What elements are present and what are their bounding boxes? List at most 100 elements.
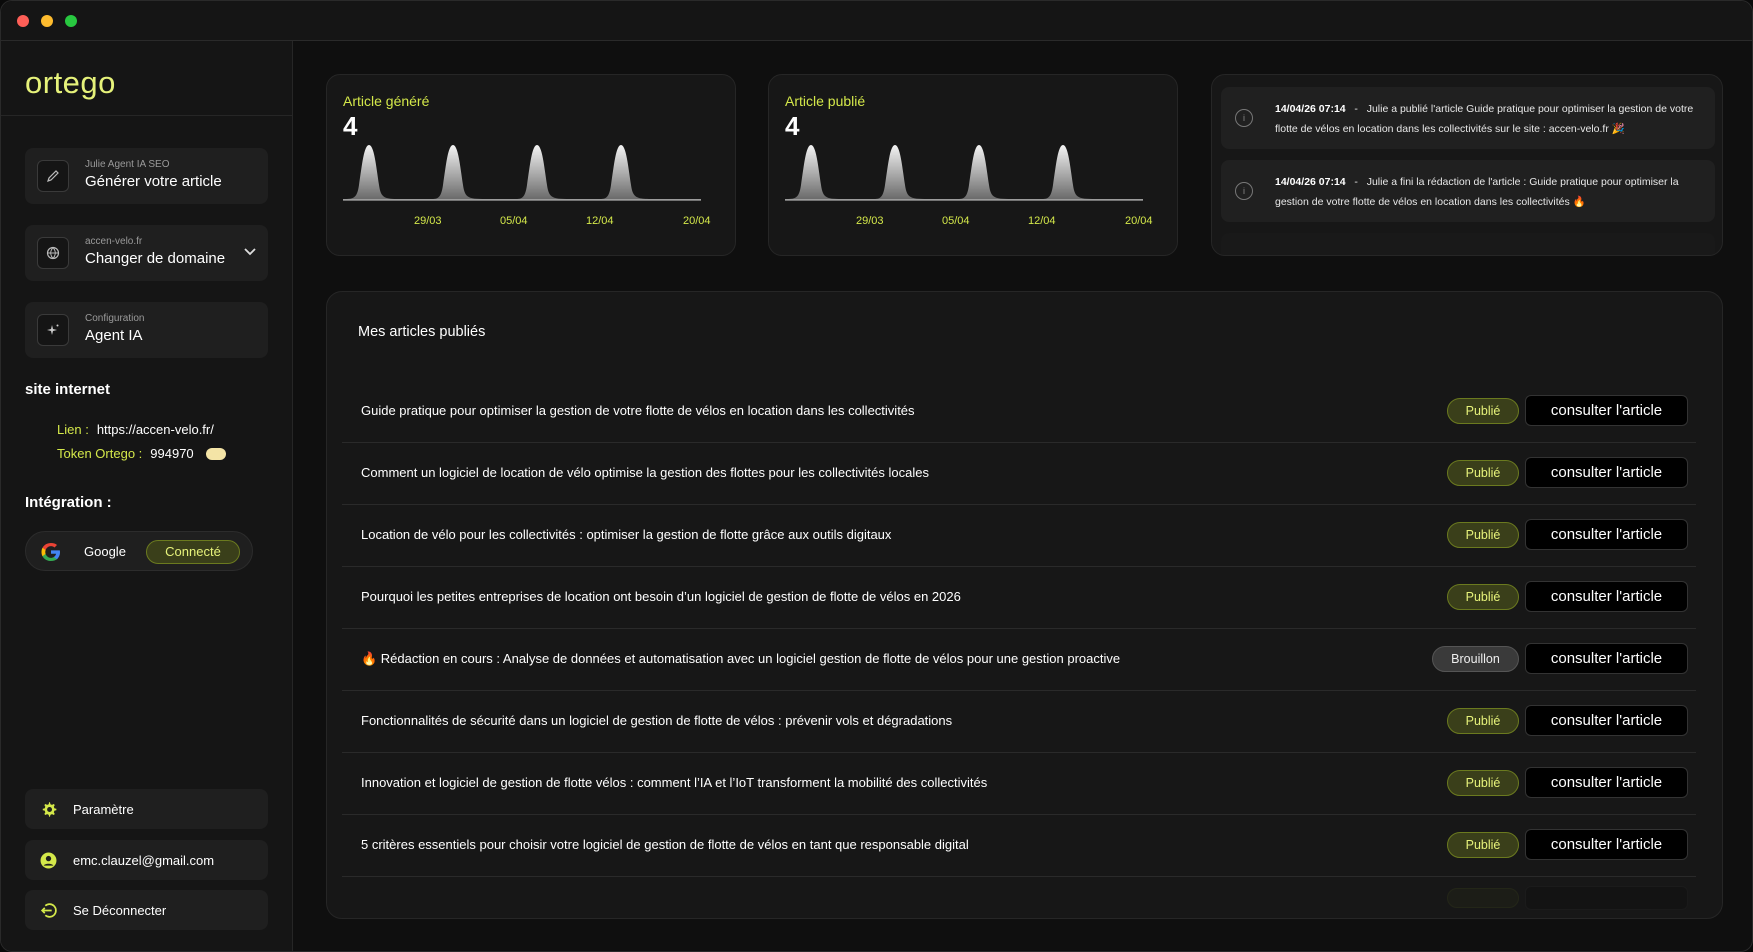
status-badge: Publié xyxy=(1447,584,1519,610)
stat-title: Article publié xyxy=(785,93,866,109)
status-badge: Brouillon xyxy=(1432,646,1519,672)
account-email: emc.clauzel@gmail.com xyxy=(73,852,215,868)
article-row-faded xyxy=(342,886,1696,916)
panel-title: Mes articles publiés xyxy=(358,324,486,340)
consult-article-button[interactable]: consulter l'article xyxy=(1525,705,1688,736)
card-label: Agent IA xyxy=(85,327,143,344)
token-row: Token Ortego : 994970 xyxy=(57,446,226,461)
connected-badge[interactable]: Connecté xyxy=(146,540,240,564)
card-sublabel: accen-velo.fr xyxy=(85,236,143,247)
gear-icon xyxy=(39,800,57,818)
published-sparkline xyxy=(785,145,1143,201)
tick-label: 05/04 xyxy=(942,215,970,227)
app-window: ortego Julie Agent IA SEO Générer votre … xyxy=(0,0,1753,952)
activity-item: i 14/04/26 07:14 - Julie a fini la rédac… xyxy=(1221,160,1715,222)
tick-label: 29/03 xyxy=(414,215,442,227)
google-icon xyxy=(40,541,62,563)
article-title: Guide pratique pour optimiser la gestion… xyxy=(361,403,915,418)
status-badge: Publié xyxy=(1447,522,1519,548)
logout-icon xyxy=(39,901,57,919)
tick-label: 12/04 xyxy=(1028,215,1056,227)
activity-time: 14/04/26 07:14 xyxy=(1275,103,1346,115)
integration-section-title: Intégration : xyxy=(25,494,112,511)
activity-separator: - xyxy=(1354,103,1358,115)
consult-article-button[interactable]: consulter l'article xyxy=(1525,395,1688,426)
article-row: Pourquoi les petites entreprises de loca… xyxy=(342,567,1696,629)
consult-article-button[interactable]: consulter l'article xyxy=(1525,767,1688,798)
integration-provider: Google xyxy=(84,544,126,559)
logout-button[interactable]: Se Déconnecter xyxy=(25,890,268,930)
activity-item: i 14/04/26 07:14 - Julie a publié l'arti… xyxy=(1221,87,1715,149)
tick-label: 20/04 xyxy=(1125,215,1153,227)
maximize-window-button[interactable] xyxy=(65,15,77,27)
pen-icon xyxy=(37,160,69,192)
consult-article-button[interactable]: consulter l'article xyxy=(1525,581,1688,612)
configuration-card[interactable]: Configuration Agent IA xyxy=(25,302,268,358)
change-domain-card[interactable]: accen-velo.fr Changer de domaine xyxy=(25,225,268,281)
globe-icon xyxy=(37,237,69,269)
close-window-button[interactable] xyxy=(17,15,29,27)
chevron-down-icon[interactable] xyxy=(242,243,258,259)
logout-label: Se Déconnecter xyxy=(73,902,167,918)
activity-time: 14/04/26 07:14 xyxy=(1275,176,1346,188)
status-badge: Publié xyxy=(1447,770,1519,796)
site-link-label: Lien : xyxy=(57,422,89,437)
article-title: Location de vélo pour les collectivités … xyxy=(361,527,892,542)
sidebar: ortego Julie Agent IA SEO Générer votre … xyxy=(1,41,293,951)
status-badge: Publié xyxy=(1447,398,1519,424)
user-icon xyxy=(39,851,57,869)
article-row: Innovation et logiciel de gestion de flo… xyxy=(342,753,1696,815)
tick-label: 12/04 xyxy=(586,215,614,227)
token-value: 994970 xyxy=(150,446,194,461)
tick-label: 20/04 xyxy=(683,215,711,227)
info-icon: i xyxy=(1235,182,1253,200)
divider xyxy=(1,115,292,116)
minimize-window-button[interactable] xyxy=(41,15,53,27)
article-title: 🔥 Rédaction en cours : Analyse de donnée… xyxy=(361,651,1121,666)
token-coin-icon xyxy=(205,447,226,460)
article-row: Guide pratique pour optimiser la gestion… xyxy=(342,381,1696,443)
consult-article-button[interactable]: consulter l'article xyxy=(1525,457,1688,488)
article-title: Comment un logiciel de location de vélo … xyxy=(361,465,929,480)
generate-article-card[interactable]: Julie Agent IA SEO Générer votre article xyxy=(25,148,268,204)
status-badge: Publié xyxy=(1447,460,1519,486)
activity-feed[interactable]: i 14/04/26 07:14 - Julie a publié l'arti… xyxy=(1211,74,1723,256)
article-row: Location de vélo pour les collectivités … xyxy=(342,505,1696,567)
generated-sparkline xyxy=(343,145,701,201)
settings-button[interactable]: Paramètre xyxy=(25,789,268,829)
published-articles-panel: Mes articles publiés Guide pratique pour… xyxy=(326,291,1723,919)
consult-article-button[interactable]: consulter l'article xyxy=(1525,643,1688,674)
token-label: Token Ortego : xyxy=(57,446,143,461)
activity-separator: - xyxy=(1354,176,1358,188)
title-bar xyxy=(1,1,1752,41)
account-button[interactable]: emc.clauzel@gmail.com xyxy=(25,840,268,880)
article-row: Comment un logiciel de location de vélo … xyxy=(342,443,1696,505)
site-link-value[interactable]: https://accen-velo.fr/ xyxy=(97,422,214,437)
stat-title: Article généré xyxy=(343,93,430,109)
article-row: 5 critères essentiels pour choisir votre… xyxy=(342,815,1696,877)
article-title: 5 critères essentiels pour choisir votre… xyxy=(361,837,969,852)
generated-articles-card: Article généré 4 29/03 05/04 12/04 20/04 xyxy=(326,74,736,256)
sparkle-icon xyxy=(37,314,69,346)
card-label: Générer votre article xyxy=(85,173,222,190)
settings-label: Paramètre xyxy=(73,801,134,817)
site-section-title: site internet xyxy=(25,381,111,398)
article-row: 🔥 Rédaction en cours : Analyse de donnée… xyxy=(342,629,1696,691)
site-link-row: Lien : https://accen-velo.fr/ xyxy=(57,422,214,437)
tick-label: 29/03 xyxy=(856,215,884,227)
status-badge: Publié xyxy=(1447,832,1519,858)
article-title: Pourquoi les petites entreprises de loca… xyxy=(361,589,961,604)
article-title: Fonctionnalités de sécurité dans un logi… xyxy=(361,713,953,728)
consult-article-button[interactable]: consulter l'article xyxy=(1525,829,1688,860)
consult-article-button[interactable]: consulter l'article xyxy=(1525,519,1688,550)
card-label: Changer de domaine xyxy=(85,250,226,267)
activity-item-faded xyxy=(1221,233,1715,255)
info-icon: i xyxy=(1235,109,1253,127)
article-row: Fonctionnalités de sécurité dans un logi… xyxy=(342,691,1696,753)
status-badge: Publié xyxy=(1447,708,1519,734)
consult-article-button-faded xyxy=(1525,886,1688,910)
published-articles-card: Article publié 4 29/03 05/04 12/04 20/04 xyxy=(768,74,1178,256)
logo: ortego xyxy=(25,65,116,100)
google-integration[interactable]: Google Connecté xyxy=(25,531,253,571)
article-title: Innovation et logiciel de gestion de flo… xyxy=(361,775,988,790)
